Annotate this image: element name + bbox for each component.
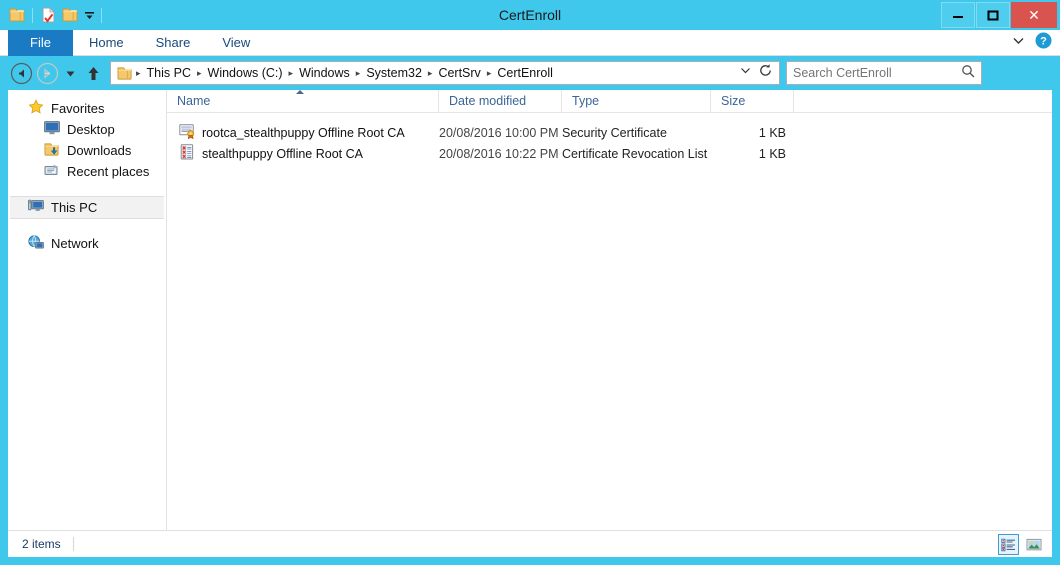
file-rows: rootca_stealthpuppy Offline Root CA 20/0… bbox=[167, 113, 1052, 164]
search-input[interactable] bbox=[793, 66, 961, 80]
help-icon[interactable]: ? bbox=[1035, 32, 1052, 54]
sidebar-item-recent-places[interactable]: Recent places bbox=[8, 161, 166, 182]
column-header-size[interactable]: Size bbox=[711, 90, 794, 113]
file-list-pane: Name Date modified Type Size rootca_stea… bbox=[167, 90, 1052, 530]
sidebar-item-desktop-label: Desktop bbox=[67, 122, 115, 137]
search-icon[interactable] bbox=[961, 64, 975, 83]
file-name-label: stealthpuppy Offline Root CA bbox=[202, 146, 363, 161]
window-title: CertEnroll bbox=[498, 7, 562, 23]
column-header-name-label: Name bbox=[177, 94, 211, 108]
star-icon bbox=[28, 99, 44, 118]
address-bar[interactable]: ▸ This PC ▸ Windows (C:) ▸ Windows ▸ Sys… bbox=[110, 61, 780, 85]
sidebar-item-network-label: Network bbox=[51, 236, 99, 251]
maximize-button[interactable] bbox=[976, 2, 1010, 28]
details-view-button[interactable] bbox=[998, 534, 1019, 555]
close-button[interactable]: ✕ bbox=[1011, 2, 1057, 28]
sort-ascending-icon bbox=[296, 90, 304, 94]
ribbon-tab-strip: File Home Share View ? bbox=[0, 30, 1060, 56]
column-headers: Name Date modified Type Size bbox=[167, 90, 1052, 113]
desktop-icon bbox=[44, 121, 60, 138]
file-date-cell: 20/08/2016 10:00 PM bbox=[439, 125, 559, 140]
column-header-size-label: Size bbox=[721, 94, 746, 108]
breadcrumb-item-windows-c[interactable]: Windows (C:) bbox=[203, 63, 288, 83]
network-icon bbox=[28, 234, 44, 253]
address-bar-row: ▸ This PC ▸ Windows (C:) ▸ Windows ▸ Sys… bbox=[8, 57, 1052, 89]
file-name-label: rootca_stealthpuppy Offline Root CA bbox=[202, 125, 405, 140]
table-row[interactable]: stealthpuppy Offline Root CA 20/08/2016 … bbox=[167, 143, 1052, 164]
certificate-icon bbox=[179, 123, 195, 142]
ribbon-tabs: File Home Share View bbox=[8, 30, 266, 56]
refresh-icon[interactable] bbox=[758, 63, 773, 83]
sidebar-item-this-pc-label: This PC bbox=[51, 200, 98, 215]
ribbon-right-controls: ? bbox=[1012, 30, 1052, 56]
column-header-date-modified-label: Date modified bbox=[449, 94, 527, 108]
sidebar-item-downloads[interactable]: Downloads bbox=[8, 140, 166, 161]
window-controls: ✕ bbox=[940, 2, 1057, 28]
recent-places-icon bbox=[44, 163, 60, 181]
breadcrumb-item-certenroll[interactable]: CertEnroll bbox=[492, 63, 558, 83]
tab-home[interactable]: Home bbox=[73, 30, 140, 56]
sidebar-item-desktop[interactable]: Desktop bbox=[8, 119, 166, 140]
file-date-cell: 20/08/2016 10:22 PM bbox=[439, 146, 559, 161]
explorer-window: CertEnroll ✕ File Home Share View ? ▸ Th… bbox=[0, 0, 1060, 565]
file-type-cell: Security Certificate bbox=[562, 125, 667, 140]
sidebar-item-downloads-label: Downloads bbox=[67, 143, 132, 158]
view-toggle-buttons bbox=[998, 534, 1044, 555]
tab-file[interactable]: File bbox=[8, 30, 73, 56]
table-row[interactable]: rootca_stealthpuppy Offline Root CA 20/0… bbox=[167, 122, 1052, 143]
back-button[interactable] bbox=[8, 60, 34, 86]
column-header-date-modified[interactable]: Date modified bbox=[439, 90, 562, 113]
forward-button[interactable] bbox=[34, 60, 60, 86]
breadcrumb-item-windows[interactable]: Windows bbox=[294, 63, 355, 83]
breadcrumb: ▸ This PC ▸ Windows (C:) ▸ Windows ▸ Sys… bbox=[135, 63, 739, 83]
address-history-icon[interactable] bbox=[739, 64, 752, 82]
file-name-cell: rootca_stealthpuppy Offline Root CA bbox=[167, 123, 439, 142]
address-folder-icon bbox=[117, 66, 133, 81]
address-bar-controls bbox=[739, 63, 777, 83]
item-count-label: 2 items bbox=[22, 537, 61, 551]
chevron-down-icon[interactable] bbox=[1012, 34, 1025, 52]
explorer-body: Favorites Desktop Downloads Recent place… bbox=[8, 90, 1052, 530]
downloads-icon bbox=[44, 142, 60, 160]
navigation-pane: Favorites Desktop Downloads Recent place… bbox=[8, 90, 167, 530]
column-header-name[interactable]: Name bbox=[167, 90, 439, 113]
breadcrumb-item-certsrv[interactable]: CertSrv bbox=[433, 63, 485, 83]
up-button[interactable] bbox=[80, 60, 106, 86]
file-size-cell: 1 KB bbox=[758, 146, 786, 161]
breadcrumb-item-system32[interactable]: System32 bbox=[361, 63, 427, 83]
computer-icon bbox=[28, 199, 44, 216]
status-bar: 2 items bbox=[8, 530, 1052, 557]
tab-view[interactable]: View bbox=[206, 30, 266, 56]
recent-locations-button[interactable] bbox=[60, 60, 80, 86]
file-type-cell: Certificate Revocation List bbox=[562, 146, 708, 161]
status-bar-separator bbox=[72, 537, 74, 551]
sidebar-item-this-pc[interactable]: This PC bbox=[10, 196, 164, 219]
file-name-cell: stealthpuppy Offline Root CA bbox=[167, 144, 439, 163]
search-box[interactable] bbox=[786, 61, 982, 85]
tab-share[interactable]: Share bbox=[140, 30, 207, 56]
title-bar: CertEnroll ✕ bbox=[0, 0, 1060, 30]
breadcrumb-item-this-pc[interactable]: This PC bbox=[142, 63, 196, 83]
large-icons-view-button[interactable] bbox=[1023, 534, 1044, 555]
column-header-type[interactable]: Type bbox=[562, 90, 711, 113]
sidebar-item-recent-places-label: Recent places bbox=[67, 164, 150, 179]
sidebar-item-network[interactable]: Network bbox=[8, 233, 166, 254]
sidebar-group-favorites[interactable]: Favorites bbox=[8, 98, 166, 119]
crl-icon bbox=[179, 144, 195, 163]
minimize-button[interactable] bbox=[941, 2, 975, 28]
sidebar-group-favorites-label: Favorites bbox=[51, 101, 105, 116]
svg-text:?: ? bbox=[1040, 36, 1047, 48]
column-header-type-label: Type bbox=[572, 94, 600, 108]
file-size-cell: 1 KB bbox=[758, 125, 786, 140]
